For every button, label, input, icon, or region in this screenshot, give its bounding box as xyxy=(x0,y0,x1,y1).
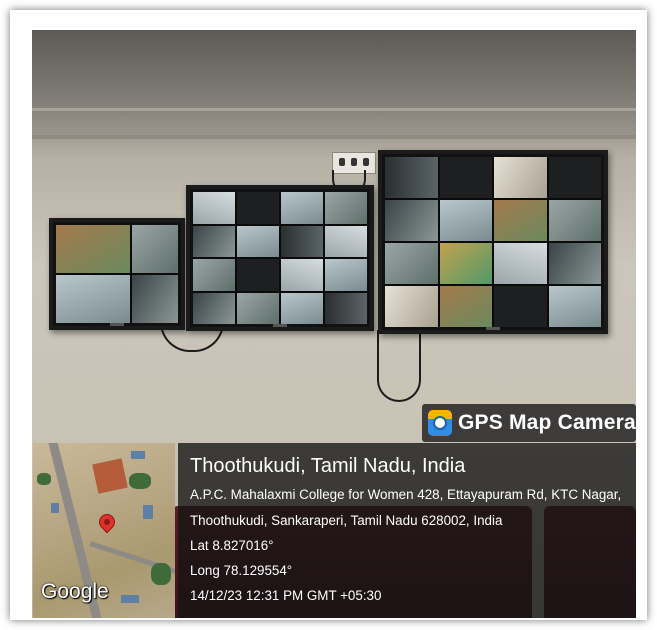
camera-feed xyxy=(439,286,492,327)
camera-feed xyxy=(325,192,367,224)
address-line-1: A.P.C. Mahalaxmi College for Women 428, … xyxy=(190,487,622,502)
monitor-left xyxy=(49,218,185,330)
gps-map-camera-badge: GPS Map Camera xyxy=(422,404,636,442)
camera-feed xyxy=(494,157,547,198)
camera-feed xyxy=(237,225,279,257)
camera-feed xyxy=(237,192,279,224)
camera-feed xyxy=(439,157,492,198)
camera-feed xyxy=(385,200,438,241)
camera-feed xyxy=(237,259,279,291)
monitor-brand-mark xyxy=(486,327,500,330)
gps-map-camera-app-icon xyxy=(428,410,452,436)
camera-feed xyxy=(325,292,367,324)
camera-feed xyxy=(193,225,235,257)
camera-feed xyxy=(56,275,130,323)
camera-feed xyxy=(193,292,235,324)
camera-feed xyxy=(325,225,367,257)
camera-feed xyxy=(385,157,438,198)
camera-feed xyxy=(548,200,601,241)
camera-feed xyxy=(237,292,279,324)
camera-feed xyxy=(325,259,367,291)
camera-feed xyxy=(439,243,492,284)
map-vegetation xyxy=(37,473,51,485)
camera-feed xyxy=(281,225,323,257)
ceiling-pipe xyxy=(32,108,636,111)
map-vegetation xyxy=(151,563,171,585)
latitude: Lat 8.827016° xyxy=(190,538,274,553)
camera-feed xyxy=(281,259,323,291)
longitude: Long 78.129554° xyxy=(190,563,293,578)
map-building xyxy=(121,595,139,603)
location-info-panel: Thoothukudi, Tamil Nadu, India A.P.C. Ma… xyxy=(178,443,636,618)
monitor-middle xyxy=(186,185,374,331)
camera-feed xyxy=(439,200,492,241)
location-pin-icon xyxy=(97,512,117,532)
camera-feed xyxy=(281,292,323,324)
camera-feed xyxy=(548,243,601,284)
camera-feed xyxy=(56,225,130,273)
camera-feed xyxy=(281,192,323,224)
address-line-2: Thoothukudi, Sankaraperi, Tamil Nadu 628… xyxy=(190,513,503,528)
camera-feed xyxy=(385,286,438,327)
map-vegetation xyxy=(129,473,151,489)
camera-feed xyxy=(494,286,547,327)
camera-feed xyxy=(548,157,601,198)
gps-badge-label: GPS Map Camera xyxy=(458,411,636,434)
timestamp: 14/12/23 12:31 PM GMT +05:30 xyxy=(190,588,382,603)
google-logo: Google xyxy=(41,580,109,603)
camera-feed xyxy=(131,225,178,273)
camera-feed xyxy=(131,275,178,323)
monitor-brand-mark xyxy=(273,324,287,327)
monitor-right xyxy=(378,150,608,334)
map-thumbnail: Google xyxy=(33,443,175,618)
camera-feed xyxy=(494,243,547,284)
camera-feed xyxy=(193,192,235,224)
map-building xyxy=(143,505,153,519)
map-building xyxy=(51,503,59,513)
ceiling xyxy=(32,30,636,135)
camera-feed xyxy=(494,200,547,241)
cable xyxy=(377,330,421,402)
location-city: Thoothukudi, Tamil Nadu, India xyxy=(190,455,466,477)
camera-feed xyxy=(548,286,601,327)
camera-feed xyxy=(385,243,438,284)
camera-feed xyxy=(193,259,235,291)
wall-edge xyxy=(32,135,636,139)
map-field xyxy=(92,458,128,494)
monitor-brand-mark xyxy=(110,323,124,326)
map-building xyxy=(131,451,145,459)
